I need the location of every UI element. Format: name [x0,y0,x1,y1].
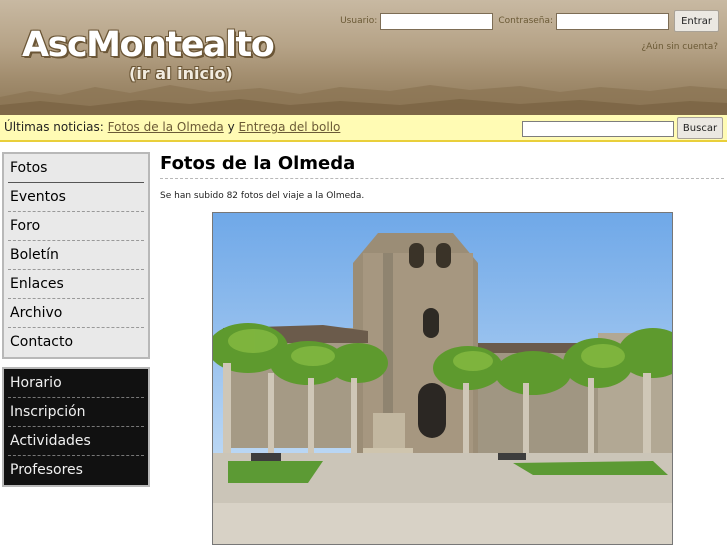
menu-item-foro[interactable]: Foro [8,212,144,241]
article-body: Se han subido 82 fotos del viaje a la Ol… [160,191,365,201]
news-joiner: y [227,120,235,134]
main-menu: Fotos Eventos Foro Boletín Enlaces Archi… [2,152,150,359]
login-form: Usuario: Contraseña: Entrar [340,10,719,32]
church-photo-illustration [213,213,672,544]
site-logo[interactable]: AscMontealto (ir al inicio) [22,25,275,83]
menu-item-contacto[interactable]: Contacto [8,328,144,357]
menu-item-actividades[interactable]: Actividades [8,427,144,456]
username-input[interactable] [380,12,494,30]
search-button[interactable]: Buscar [677,117,723,139]
password-label: Contraseña: [498,16,554,26]
church-photo[interactable] [212,212,673,545]
menu-item-horario[interactable]: Horario [8,369,144,398]
register-link[interactable]: ¿Aún sin cuenta? [641,42,718,52]
news-bar: Últimas noticias: Fotos de la Olmeda y E… [0,115,727,142]
search-input[interactable] [522,121,674,137]
news-link-bollo[interactable]: Entrega del bollo [239,120,341,134]
page-title: Fotos de la Olmeda [160,152,724,179]
menu-item-eventos[interactable]: Eventos [8,183,144,212]
password-input[interactable] [556,12,670,30]
site-header: AscMontealto (ir al inicio) Usuario: Con… [0,0,727,115]
menu-item-profesores[interactable]: Profesores [8,456,144,485]
news-text: Últimas noticias: Fotos de la Olmeda y E… [4,120,340,134]
menu-item-fotos[interactable]: Fotos [8,154,144,183]
news-link-fotos[interactable]: Fotos de la Olmeda [108,120,224,134]
username-label: Usuario: [340,16,378,26]
menu-item-boletin[interactable]: Boletín [8,241,144,270]
site-title[interactable]: AscMontealto [22,25,275,65]
login-button[interactable]: Entrar [674,10,719,32]
menu-item-enlaces[interactable]: Enlaces [8,270,144,299]
menu-item-inscripcion[interactable]: Inscripción [8,398,144,427]
hills-background [0,85,727,115]
menu-item-archivo[interactable]: Archivo [8,299,144,328]
home-link[interactable]: (ir al inicio) [129,64,233,83]
news-prefix: Últimas noticias: [4,120,104,134]
main-content: Fotos de la Olmeda Se han subido 82 foto… [160,152,724,201]
school-menu: Horario Inscripción Actividades Profesor… [2,367,150,487]
